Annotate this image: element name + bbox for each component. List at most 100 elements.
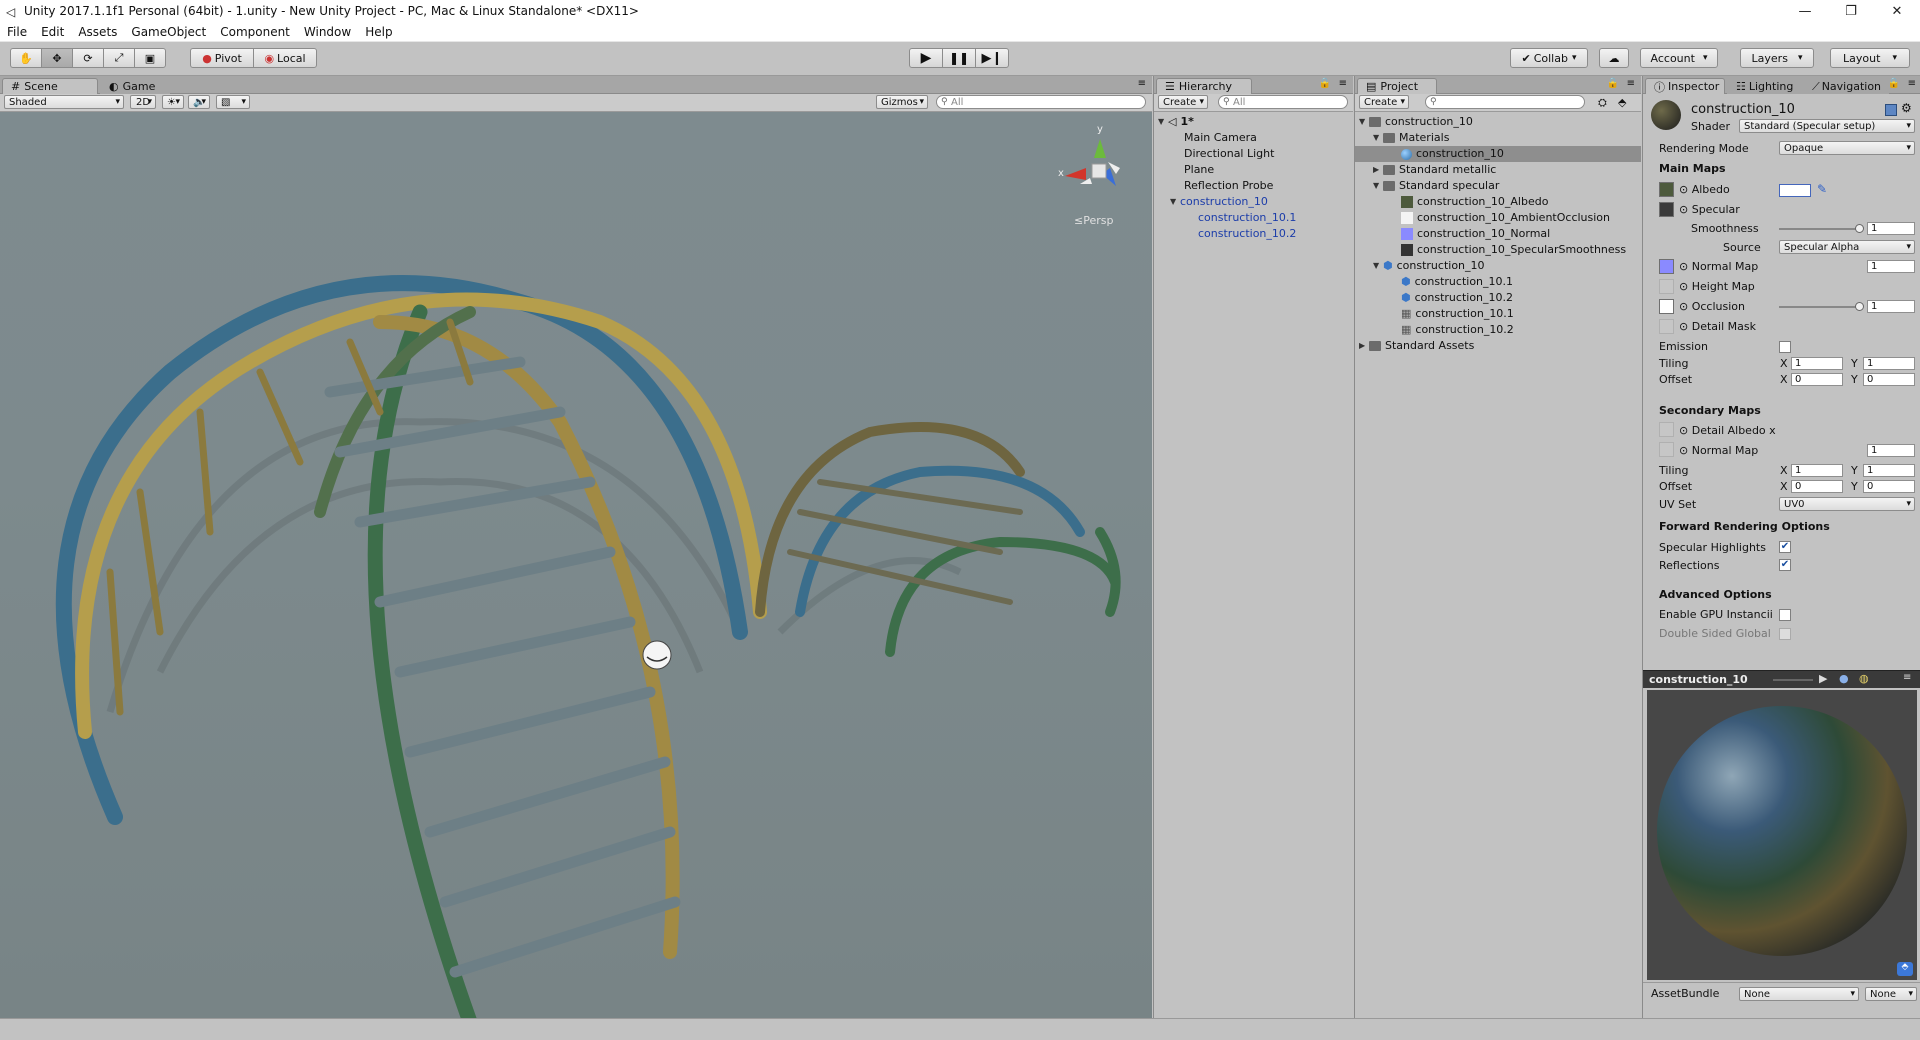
layers-dropdown[interactable]: Layers ▾ — [1740, 48, 1814, 68]
shading-mode-dropdown[interactable]: Shaded — [4, 95, 124, 109]
project-asset-row[interactable]: ⬢ construction_10.1 — [1401, 274, 1513, 290]
sec-tiling-y-field[interactable]: 1 — [1863, 464, 1915, 477]
menu-edit[interactable]: Edit — [34, 25, 71, 39]
tab-scene[interactable]: # Scene — [2, 78, 98, 94]
smoothness-slider-handle[interactable] — [1854, 224, 1864, 233]
lighting-toggle[interactable]: ☀ — [162, 95, 184, 109]
normal-map-texture-slot[interactable] — [1659, 259, 1674, 274]
albedo-texture-slot[interactable] — [1659, 182, 1674, 197]
collapse-arrow-icon[interactable]: ▶ — [1373, 162, 1383, 178]
project-folder-row[interactable]: ▼ Materials — [1373, 130, 1449, 146]
assetbundle-variant-dropdown[interactable]: None — [1865, 987, 1917, 1001]
rect-tool-button[interactable]: ▣ — [134, 48, 166, 68]
panel-menu-icon[interactable]: ≡ — [1627, 78, 1635, 89]
gizmos-dropdown[interactable]: Gizmos — [876, 95, 928, 109]
hierarchy-item[interactable]: Reflection Probe — [1184, 178, 1273, 194]
albedo-color-swatch[interactable] — [1779, 184, 1811, 197]
emission-checkbox[interactable] — [1779, 341, 1791, 353]
texture-picker-icon[interactable]: ⊙ — [1679, 203, 1688, 216]
expand-arrow-icon[interactable]: ▼ — [1373, 130, 1383, 146]
expand-arrow-icon[interactable]: ▼ — [1373, 258, 1383, 274]
hierarchy-item[interactable]: ▼ construction_10 — [1170, 194, 1268, 210]
hierarchy-item[interactable]: Plane — [1184, 162, 1214, 178]
local-toggle[interactable]: ◉ Local — [253, 48, 317, 68]
2d-toggle[interactable]: 2D — [130, 95, 156, 109]
expand-arrow-icon[interactable]: ▼ — [1170, 194, 1180, 210]
menu-file[interactable]: File — [0, 25, 34, 39]
tab-project[interactable]: ▤ Project — [1357, 78, 1437, 94]
smoothness-slider-track[interactable] — [1779, 228, 1859, 230]
material-preview-area[interactable]: ⬘ — [1647, 690, 1917, 980]
pivot-toggle[interactable]: ● Pivot — [190, 48, 254, 68]
panel-menu-icon[interactable]: ≡ — [1903, 672, 1911, 683]
close-button[interactable]: ✕ — [1874, 0, 1920, 22]
reflections-checkbox[interactable]: ✔ — [1779, 559, 1791, 571]
expand-arrow-icon[interactable]: ▼ — [1158, 114, 1168, 130]
occlusion-slider-track[interactable] — [1779, 306, 1859, 308]
tiling-y-field[interactable]: 1 — [1863, 357, 1915, 370]
menu-component[interactable]: Component — [213, 25, 297, 39]
height-map-texture-slot[interactable] — [1659, 279, 1674, 294]
expand-arrow-icon[interactable]: ▼ — [1373, 178, 1383, 194]
minimize-button[interactable]: — — [1782, 0, 1828, 22]
preview-drag-handle[interactable] — [1773, 679, 1813, 681]
uv-set-dropdown[interactable]: UV0 — [1779, 497, 1915, 511]
menu-window[interactable]: Window — [297, 25, 358, 39]
scene-viewport[interactable]: y x ≤Persp — [0, 112, 1152, 1030]
hierarchy-item[interactable]: construction_10.1 — [1198, 210, 1296, 226]
settings-gear-icon[interactable]: ⚙ — [1901, 101, 1912, 115]
texture-picker-icon[interactable]: ⊙ — [1679, 260, 1688, 273]
tiling-x-field[interactable]: 1 — [1791, 357, 1843, 370]
project-folder-row[interactable]: ▼ Standard specular — [1373, 178, 1499, 194]
project-asset-row[interactable]: ▦ construction_10.2 — [1401, 322, 1514, 338]
hierarchy-item[interactable]: Main Camera — [1184, 130, 1257, 146]
menu-assets[interactable]: Assets — [71, 25, 124, 39]
panel-menu-icon[interactable]: ≡ — [1339, 78, 1347, 89]
tab-navigation[interactable]: ⟋ Navigation — [1803, 78, 1889, 94]
offset-y-field[interactable]: 0 — [1863, 373, 1915, 386]
detail-normal-texture-slot[interactable] — [1659, 442, 1674, 457]
collapse-arrow-icon[interactable]: ▶ — [1359, 338, 1369, 354]
texture-picker-icon[interactable]: ⊙ — [1679, 183, 1688, 196]
pause-button[interactable]: ❚❚ — [942, 48, 976, 68]
project-folder-row[interactable]: ▶ Standard metallic — [1373, 162, 1496, 178]
shader-dropdown[interactable]: Standard (Specular setup) — [1739, 119, 1915, 133]
filter-label-icon[interactable]: ⬘ — [1618, 96, 1626, 109]
rotate-tool-button[interactable]: ⟳ — [72, 48, 104, 68]
normal-scale-field[interactable]: 1 — [1867, 260, 1915, 273]
hierarchy-item[interactable]: Directional Light — [1184, 146, 1274, 162]
project-search-input[interactable] — [1425, 95, 1585, 109]
collab-dropdown[interactable]: ✔ Collab ▾ — [1510, 48, 1588, 68]
account-dropdown[interactable]: Account ▾ — [1640, 48, 1718, 68]
maximize-button[interactable]: ❐ — [1828, 0, 1874, 22]
help-book-icon[interactable] — [1885, 104, 1897, 116]
tab-inspector[interactable]: ⓘ Inspector — [1645, 78, 1725, 94]
hierarchy-item[interactable]: construction_10.2 — [1198, 226, 1296, 242]
tab-lighting[interactable]: ☷ Lighting — [1727, 78, 1803, 94]
project-asset-row-selected[interactable]: construction_10 — [1355, 146, 1641, 162]
preview-settings-icon[interactable]: ⬘ — [1897, 962, 1913, 976]
scale-tool-button[interactable]: ⤢ — [103, 48, 135, 68]
panel-menu-icon[interactable]: ≡ — [1138, 78, 1146, 89]
move-tool-button[interactable]: ✥ — [41, 48, 73, 68]
detail-normal-scale-field[interactable]: 1 — [1867, 444, 1915, 457]
tab-hierarchy[interactable]: ☰ Hierarchy — [1156, 78, 1252, 94]
layout-dropdown[interactable]: Layout ▾ — [1830, 48, 1910, 68]
scene-search-input[interactable]: All — [936, 95, 1146, 109]
play-button[interactable]: ▶ — [909, 48, 943, 68]
hierarchy-search-input[interactable]: All — [1218, 95, 1348, 109]
sec-offset-y-field[interactable]: 0 — [1863, 480, 1915, 493]
sec-offset-x-field[interactable]: 0 — [1791, 480, 1843, 493]
specular-highlights-checkbox[interactable]: ✔ — [1779, 541, 1791, 553]
expand-arrow-icon[interactable]: ▼ — [1359, 114, 1369, 130]
lock-icon[interactable]: 🔒 — [1888, 78, 1900, 89]
scene-root-row[interactable]: ▼ ◁ 1* — [1158, 114, 1194, 130]
scene-orientation-gizmo[interactable]: y x ≤Persp — [1050, 124, 1140, 227]
occlusion-texture-slot[interactable] — [1659, 299, 1674, 314]
preview-play-icon[interactable]: ▶ — [1819, 672, 1827, 685]
project-create-dropdown[interactable]: Create — [1359, 95, 1409, 109]
offset-x-field[interactable]: 0 — [1791, 373, 1843, 386]
project-asset-row[interactable]: construction_10_SpecularSmoothness — [1401, 242, 1626, 258]
tab-game[interactable]: ◐ Game — [100, 78, 170, 94]
occlusion-field[interactable]: 1 — [1867, 300, 1915, 313]
